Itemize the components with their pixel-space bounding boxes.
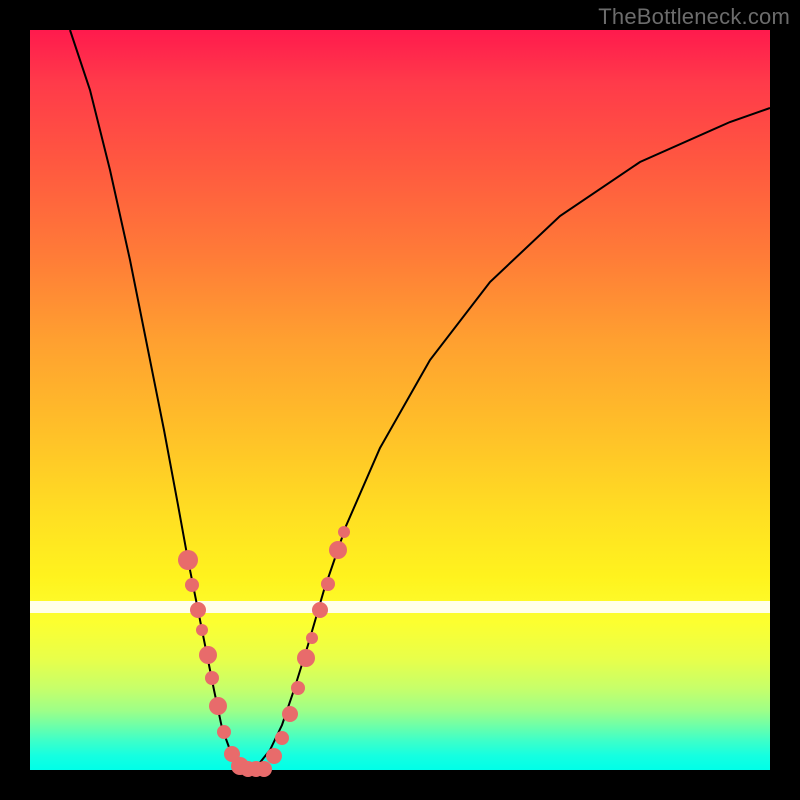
data-dot — [256, 761, 272, 777]
data-dot — [275, 731, 289, 745]
data-dot — [297, 649, 315, 667]
data-dot — [199, 646, 217, 664]
marker-group — [178, 526, 350, 777]
data-dot — [306, 632, 318, 644]
watermark-label: TheBottleneck.com — [598, 4, 790, 30]
data-dot — [282, 706, 298, 722]
data-dot — [321, 577, 335, 591]
data-dot — [205, 671, 219, 685]
chart-container: TheBottleneck.com — [0, 0, 800, 800]
data-dot — [217, 725, 231, 739]
data-dot — [190, 602, 206, 618]
data-dot — [329, 541, 347, 559]
data-dot — [196, 624, 208, 636]
data-dot — [185, 578, 199, 592]
data-dot — [291, 681, 305, 695]
data-dot — [338, 526, 350, 538]
data-dot — [209, 697, 227, 715]
data-dot — [266, 748, 282, 764]
curve-svg — [30, 30, 770, 770]
data-dot — [178, 550, 198, 570]
curve-right — [248, 108, 770, 770]
curve-left — [70, 30, 248, 770]
plot-area — [30, 30, 770, 770]
data-dot — [312, 602, 328, 618]
